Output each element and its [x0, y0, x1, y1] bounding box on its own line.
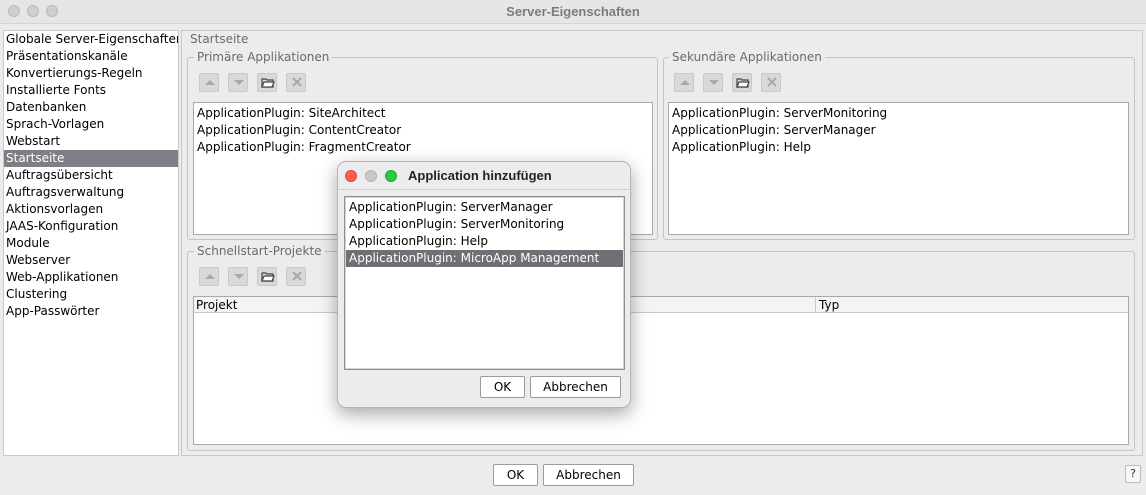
dialog-titlebar: Application hinzufügen — [338, 162, 630, 190]
nav-item-sprach-vorlagen[interactable]: Sprach-Vorlagen — [4, 116, 178, 133]
nav-item-konvertierungs-regeln[interactable]: Konvertierungs-Regeln — [4, 65, 178, 82]
move-down-icon — [709, 80, 719, 85]
dialog-application-list[interactable]: ApplicationPlugin: ServerManager Applica… — [344, 196, 625, 370]
quickstart-title: Schnellstart-Projekte — [194, 244, 325, 258]
move-down-icon — [234, 274, 244, 279]
dialog-minimize-button[interactable] — [365, 170, 377, 182]
nav-item-jaas-konfiguration[interactable]: JAAS-Konfiguration — [4, 218, 178, 235]
list-item[interactable]: ApplicationPlugin: Help — [346, 233, 623, 250]
nav-item-auftragsverwaltung[interactable]: Auftragsverwaltung — [4, 184, 178, 201]
window-titlebar: Server-Eigenschaften — [0, 0, 1146, 24]
remove-icon — [767, 77, 777, 87]
quickstart-remove-button[interactable] — [286, 267, 306, 286]
quickstart-move-up-button[interactable] — [199, 267, 219, 286]
primary-apps-title: Primäre Applikationen — [194, 50, 333, 64]
dialog-ok-button[interactable]: OK — [480, 376, 525, 398]
section-title: Startseite — [188, 32, 251, 46]
nav-item-startseite[interactable]: Startseite — [4, 150, 178, 167]
list-item[interactable]: ApplicationPlugin: ServerMonitoring — [346, 216, 623, 233]
secondary-add-button[interactable] — [732, 73, 752, 92]
nav-item-clustering[interactable]: Clustering — [4, 286, 178, 303]
nav-item-auftragsuebersicht[interactable]: Auftragsübersicht — [4, 167, 178, 184]
dialog-title: Application hinzufügen — [408, 168, 552, 183]
nav-item-aktionsvorlagen[interactable]: Aktionsvorlagen — [4, 201, 178, 218]
nav-item-webserver[interactable]: Webserver — [4, 252, 178, 269]
open-folder-icon — [736, 78, 750, 88]
open-folder-icon — [261, 272, 275, 282]
settings-nav-list: Globale Server-Eigenschaften Präsentatio… — [3, 30, 179, 456]
nav-item-globale-server-eigenschaften[interactable]: Globale Server-Eigenschaften — [4, 31, 178, 48]
add-application-dialog: Application hinzufügen ApplicationPlugin… — [337, 161, 631, 408]
list-item[interactable]: ApplicationPlugin: FragmentCreator — [194, 139, 652, 156]
nav-item-app-passwoerter[interactable]: App-Passwörter — [4, 303, 178, 320]
help-button[interactable]: ? — [1125, 465, 1141, 483]
secondary-move-up-button[interactable] — [674, 73, 694, 92]
nav-item-module[interactable]: Module — [4, 235, 178, 252]
list-item[interactable]: ApplicationPlugin: Help — [669, 139, 1128, 156]
list-item[interactable]: ApplicationPlugin: SiteArchitect — [194, 105, 652, 122]
cancel-button[interactable]: Abbrechen — [543, 464, 634, 486]
window-title: Server-Eigenschaften — [506, 4, 640, 19]
move-down-icon — [234, 80, 244, 85]
secondary-apps-list[interactable]: ApplicationPlugin: ServerMonitoring Appl… — [668, 102, 1129, 235]
primary-move-down-button[interactable] — [228, 73, 248, 92]
nav-item-installierte-fonts[interactable]: Installierte Fonts — [4, 82, 178, 99]
list-item[interactable]: ApplicationPlugin: ContentCreator — [194, 122, 652, 139]
dialog-zoom-button[interactable] — [385, 170, 397, 182]
list-item[interactable]: ApplicationPlugin: ServerManager — [669, 122, 1128, 139]
primary-add-button[interactable] — [257, 73, 277, 92]
open-folder-icon — [261, 78, 275, 88]
list-item[interactable]: ApplicationPlugin: ServerManager — [346, 199, 623, 216]
remove-icon — [292, 271, 302, 281]
table-header: Projekt Typ — [194, 297, 1128, 313]
quickstart-table[interactable]: Projekt Typ — [193, 296, 1129, 445]
quickstart-add-button[interactable] — [257, 267, 277, 286]
list-item[interactable]: ApplicationPlugin: ServerMonitoring — [669, 105, 1128, 122]
move-up-icon — [205, 274, 215, 279]
dialog-close-button[interactable] — [345, 170, 357, 182]
secondary-remove-button[interactable] — [761, 73, 781, 92]
list-item-selected[interactable]: ApplicationPlugin: MicroApp Management — [346, 250, 623, 267]
column-header-typ[interactable]: Typ — [817, 297, 1128, 313]
ok-button[interactable]: OK — [493, 464, 538, 486]
nav-item-datenbanken[interactable]: Datenbanken — [4, 99, 178, 116]
nav-item-praesentationskanaele[interactable]: Präsentationskanäle — [4, 48, 178, 65]
secondary-move-down-button[interactable] — [703, 73, 723, 92]
nav-item-web-applikationen[interactable]: Web-Applikationen — [4, 269, 178, 286]
move-up-icon — [205, 80, 215, 85]
nav-item-webstart[interactable]: Webstart — [4, 133, 178, 150]
remove-icon — [292, 77, 302, 87]
primary-move-up-button[interactable] — [199, 73, 219, 92]
move-up-icon — [680, 80, 690, 85]
primary-remove-button[interactable] — [286, 73, 306, 92]
secondary-apps-title: Sekundäre Applikationen — [669, 50, 825, 64]
quickstart-move-down-button[interactable] — [228, 267, 248, 286]
dialog-cancel-button[interactable]: Abbrechen — [530, 376, 621, 398]
